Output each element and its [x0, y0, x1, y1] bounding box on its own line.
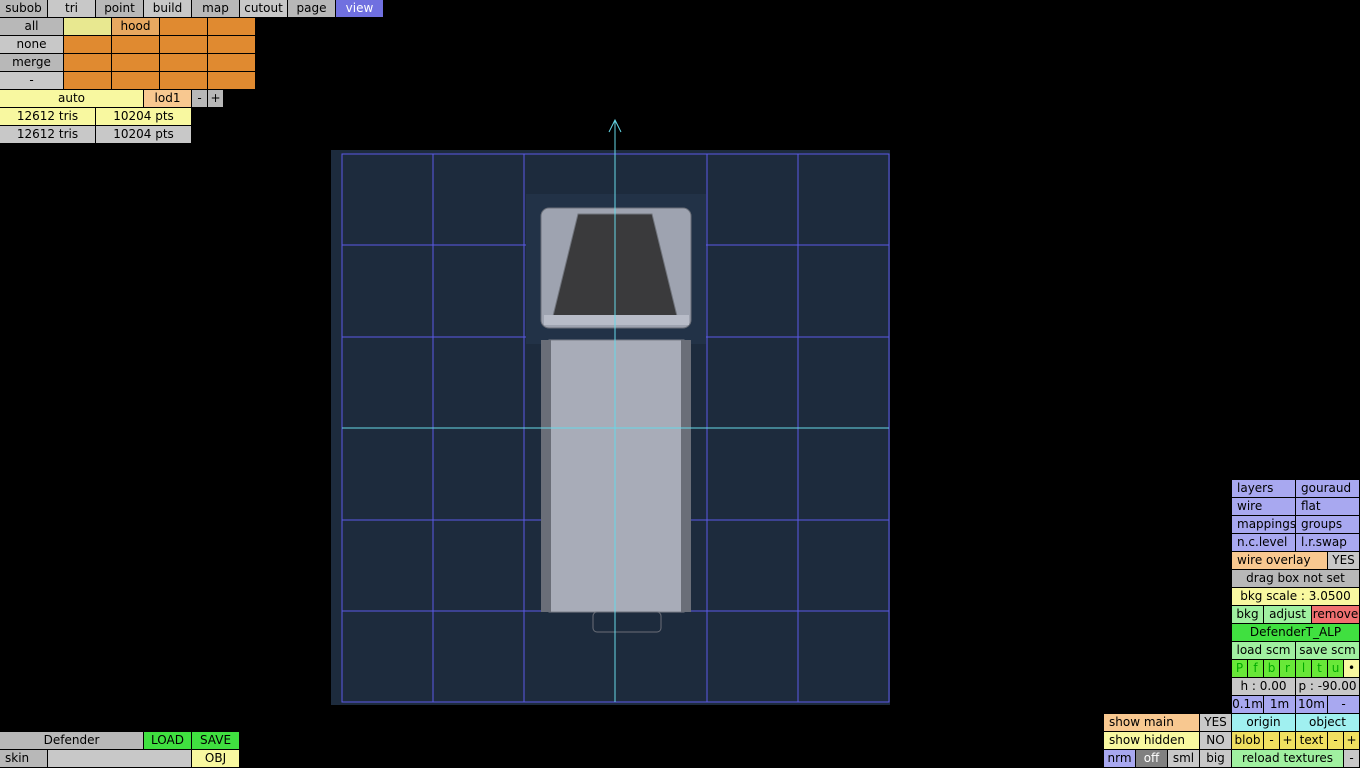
blob-button[interactable]: blob [1232, 732, 1263, 749]
model-name[interactable]: Defender [0, 732, 143, 749]
layer-slot[interactable] [112, 36, 159, 53]
blob-minus-button[interactable]: - [1264, 732, 1279, 749]
tris-count: 12612 tris [0, 126, 95, 143]
bkg-scale[interactable]: bkg scale : 3.0500 [1232, 588, 1359, 605]
view-top-button[interactable]: t [1312, 660, 1327, 677]
layer-slot[interactable] [112, 54, 159, 71]
gouraud-button[interactable]: gouraud [1296, 480, 1359, 497]
show-main-value[interactable]: YES [1200, 714, 1231, 731]
save-button[interactable]: SAVE [192, 732, 239, 749]
layer-slot[interactable] [64, 36, 111, 53]
view-front-button[interactable]: f [1248, 660, 1263, 677]
size-off-button[interactable]: off [1136, 750, 1167, 767]
text-plus-button[interactable]: + [1344, 732, 1359, 749]
grid-10m-button[interactable]: 10m [1296, 696, 1327, 713]
bkg-file-name[interactable]: DefenderT_ALP [1232, 624, 1359, 641]
remove-button[interactable]: remove [1312, 606, 1359, 623]
skin-field[interactable] [48, 750, 191, 767]
save-scm-button[interactable]: save scm [1296, 642, 1359, 659]
bkg-button[interactable]: bkg [1232, 606, 1263, 623]
viewport-canvas [331, 125, 890, 705]
nc-level-button[interactable]: n.c.level [1232, 534, 1295, 551]
text-button[interactable]: text [1296, 732, 1327, 749]
layer-slot[interactable] [160, 36, 207, 53]
lr-swap-button[interactable]: l.r.swap [1296, 534, 1359, 551]
layer-slot[interactable] [112, 72, 159, 89]
object-button[interactable]: object [1296, 714, 1359, 731]
layer-slot[interactable] [208, 54, 255, 71]
lod-minus-button[interactable]: - [192, 90, 207, 107]
select-all-button[interactable]: all [0, 18, 63, 35]
wire-overlay-button[interactable]: wire overlay [1232, 552, 1327, 569]
layer-slot[interactable] [160, 72, 207, 89]
dash-button[interactable]: - [0, 72, 63, 89]
view-under-button[interactable]: u [1328, 660, 1343, 677]
layers-button[interactable]: layers [1232, 480, 1295, 497]
grid-0-1m-button[interactable]: 0.1m [1232, 696, 1263, 713]
reload-textures-button[interactable]: reload textures [1232, 750, 1343, 767]
view-left-button[interactable]: l [1296, 660, 1311, 677]
layer-hood[interactable]: hood [112, 18, 159, 35]
view-back-button[interactable]: b [1264, 660, 1279, 677]
skin-label: skin [0, 750, 47, 767]
view-perspective-button[interactable]: P [1232, 660, 1247, 677]
layer-slot[interactable] [160, 18, 207, 35]
show-hidden-button[interactable]: show hidden [1104, 732, 1199, 749]
origin-button[interactable]: origin [1232, 714, 1295, 731]
wire-button[interactable]: wire [1232, 498, 1295, 515]
show-hidden-value[interactable]: NO [1200, 732, 1231, 749]
tab-build[interactable]: build [144, 0, 191, 17]
groups-button[interactable]: groups [1296, 516, 1359, 533]
tab-tri[interactable]: tri [48, 0, 95, 17]
load-scm-button[interactable]: load scm [1232, 642, 1295, 659]
merge-button[interactable]: merge [0, 54, 63, 71]
grid-1m-button[interactable]: 1m [1264, 696, 1295, 713]
layer-slot[interactable] [160, 54, 207, 71]
size-nrm-button[interactable]: nrm [1104, 750, 1135, 767]
pts-count: 10204 pts [96, 126, 191, 143]
load-button[interactable]: LOAD [144, 732, 191, 749]
layer-slot[interactable] [64, 18, 111, 35]
view-dot-button[interactable]: • [1344, 660, 1359, 677]
show-main-button[interactable]: show main [1104, 714, 1199, 731]
blob-plus-button[interactable]: + [1280, 732, 1295, 749]
vehicle-model [526, 194, 706, 633]
lod-mode-button[interactable]: auto [0, 90, 143, 107]
layer-slot[interactable] [208, 18, 255, 35]
up-arrow-icon [608, 118, 622, 152]
select-none-button[interactable]: none [0, 36, 63, 53]
mappings-button[interactable]: mappings [1232, 516, 1295, 533]
pts-count: 10204 pts [96, 108, 191, 125]
view-right-button[interactable]: r [1280, 660, 1295, 677]
tab-map[interactable]: map [192, 0, 239, 17]
lod-plus-button[interactable]: + [208, 90, 223, 107]
drag-box-status: drag box not set [1232, 570, 1359, 587]
layer-slot[interactable] [64, 72, 111, 89]
heading-value[interactable]: h : 0.00 [1232, 678, 1295, 695]
layer-slot[interactable] [208, 72, 255, 89]
wire-overlay-value[interactable]: YES [1328, 552, 1359, 569]
size-sml-button[interactable]: sml [1168, 750, 1199, 767]
layer-slot[interactable] [64, 54, 111, 71]
text-minus-button[interactable]: - [1328, 732, 1343, 749]
tab-point[interactable]: point [96, 0, 143, 17]
reload-minus-button[interactable]: - [1344, 750, 1359, 767]
tab-subob[interactable]: subob [0, 0, 47, 17]
tab-cutout[interactable]: cutout [240, 0, 287, 17]
grid-minus-button[interactable]: - [1328, 696, 1359, 713]
tab-page[interactable]: page [288, 0, 335, 17]
size-big-button[interactable]: big [1200, 750, 1231, 767]
lod-level[interactable]: lod1 [144, 90, 191, 107]
tris-count: 12612 tris [0, 108, 95, 125]
pitch-value[interactable]: p : -90.00 [1296, 678, 1359, 695]
flat-button[interactable]: flat [1296, 498, 1359, 515]
adjust-button[interactable]: adjust [1264, 606, 1311, 623]
obj-button[interactable]: OBJ [192, 750, 239, 767]
top-view-viewport[interactable] [331, 125, 890, 705]
tab-view[interactable]: view [336, 0, 383, 17]
layer-slot[interactable] [208, 36, 255, 53]
